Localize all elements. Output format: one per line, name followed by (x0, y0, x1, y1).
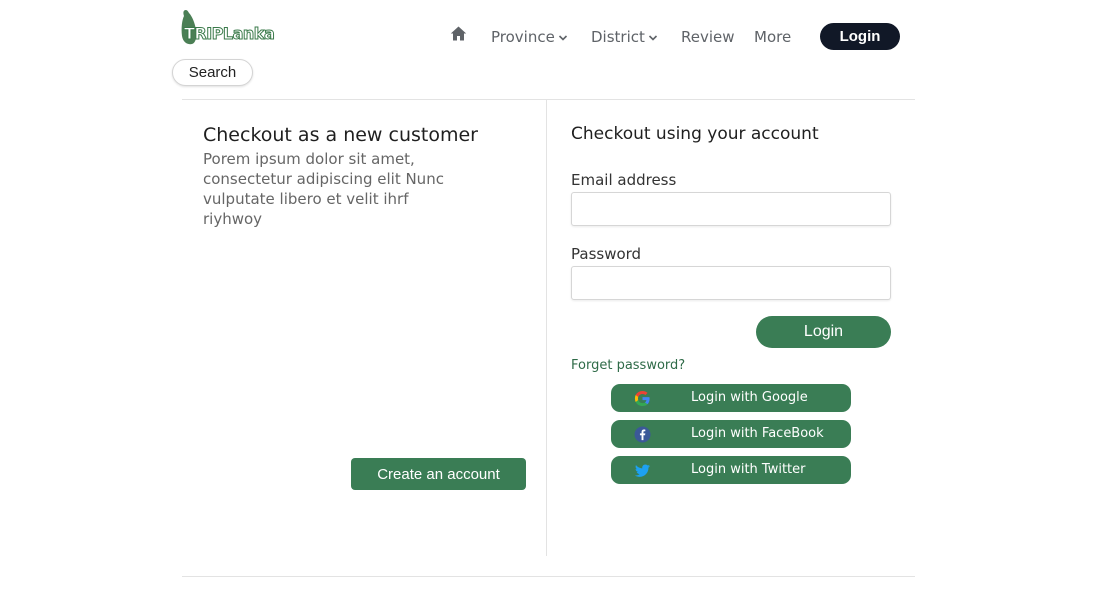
facebook-icon (634, 426, 651, 443)
home-icon (450, 26, 467, 41)
nav-district[interactable]: District (591, 28, 658, 46)
create-account-button[interactable]: Create an account (351, 458, 526, 490)
login-button[interactable]: Login (756, 316, 891, 348)
logo-text: TRIPLanka (183, 24, 275, 44)
chevron-down-icon (558, 35, 567, 41)
nav-more[interactable]: More (754, 28, 791, 46)
email-label: Email address (571, 171, 677, 189)
twitter-icon (634, 464, 651, 477)
forget-password-link[interactable]: Forget password? (571, 358, 685, 373)
login-with-twitter-button[interactable]: Login with Twitter (611, 456, 851, 484)
column-divider (546, 100, 547, 556)
password-field[interactable] (571, 266, 891, 300)
google-icon (634, 390, 650, 407)
header-login-button[interactable]: Login (820, 23, 900, 50)
nav-home[interactable] (450, 26, 467, 41)
email-field[interactable] (571, 192, 891, 226)
site-logo[interactable]: TRIPLanka (180, 8, 275, 46)
new-customer-description: Porem ipsum dolor sit amet, consectetur … (203, 150, 444, 228)
login-with-google-button[interactable]: Login with Google (611, 384, 851, 412)
new-customer-title: Checkout as a new customer (203, 124, 478, 146)
facebook-login-label: Login with FaceBook (691, 426, 824, 441)
twitter-login-label: Login with Twitter (691, 462, 806, 477)
nav-review[interactable]: Review (681, 28, 735, 46)
account-checkout-title: Checkout using your account (571, 124, 819, 144)
login-with-facebook-button[interactable]: Login with FaceBook (611, 420, 851, 448)
nav-province[interactable]: Province (491, 28, 568, 46)
nav-province-label: Province (491, 28, 555, 46)
top-divider (182, 99, 915, 100)
google-login-label: Login with Google (691, 390, 808, 405)
search-button[interactable]: Search (172, 59, 253, 86)
password-label: Password (571, 245, 642, 263)
nav-district-label: District (591, 28, 645, 46)
chevron-down-icon (648, 35, 657, 41)
bottom-divider (182, 576, 915, 577)
